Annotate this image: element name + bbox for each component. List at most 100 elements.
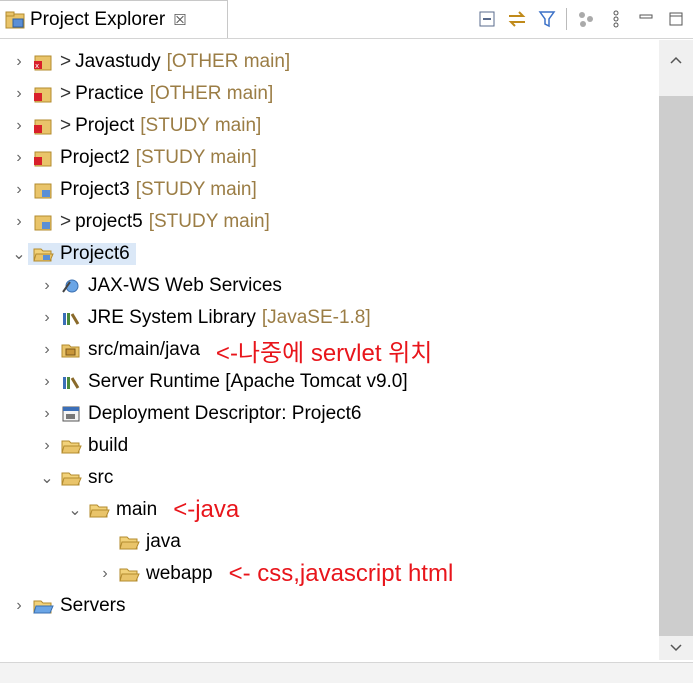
tree-item-java[interactable]: java <box>96 526 181 558</box>
chevron-right-icon[interactable]: › <box>38 341 56 359</box>
close-icon[interactable]: ☒ <box>173 11 186 29</box>
scroll-up-icon[interactable] <box>659 46 693 74</box>
project-icon <box>32 179 54 201</box>
tree-item-label: src/main/java <box>88 339 200 360</box>
tree-item-label: Javastudy <box>75 51 161 72</box>
folder-open-icon <box>88 499 110 521</box>
dirty-marker: > <box>60 115 72 136</box>
tree-item-label: project5 <box>75 211 143 232</box>
tree-item-practice[interactable]: › > Practice [OTHER main] <box>10 78 273 110</box>
git-icon[interactable] <box>573 6 599 32</box>
scrollbar-thumb[interactable] <box>659 96 693 636</box>
project-explorer-icon <box>4 9 26 31</box>
filter-icon[interactable] <box>534 6 560 32</box>
tree-item-label: build <box>88 435 129 456</box>
tree-item-jax-ws[interactable]: › JAX-WS Web Services <box>38 270 282 302</box>
tree-item-servers[interactable]: › Servers <box>10 590 125 622</box>
chevron-down-icon[interactable]: ⌄ <box>66 500 84 520</box>
chevron-down-icon[interactable]: ⌄ <box>10 244 28 264</box>
tree-item-label: Project2 <box>60 147 130 168</box>
tree-item-label: Deployment Descriptor: Project6 <box>88 403 362 424</box>
library-icon <box>60 371 82 393</box>
project-error-icon: x <box>32 51 54 73</box>
tree-item-label: main <box>116 499 158 520</box>
chevron-right-icon[interactable]: › <box>10 149 28 167</box>
project-error-icon <box>32 115 54 137</box>
tree-item-javastudy[interactable]: › x > Javastudy [OTHER main] <box>10 46 290 78</box>
tree-item-label: Project <box>75 115 135 136</box>
chevron-right-icon[interactable]: › <box>38 373 56 391</box>
chevron-right-icon[interactable]: › <box>38 405 56 423</box>
chevron-right-icon[interactable]: › <box>10 53 28 71</box>
git-decoration: [STUDY main] <box>148 211 270 232</box>
tree-item-label: JAX-WS Web Services <box>88 275 282 296</box>
folder-icon <box>118 563 140 585</box>
library-version: [JavaSE-1.8] <box>261 307 371 328</box>
dirty-marker: > <box>60 51 72 72</box>
folder-icon <box>32 595 54 617</box>
tab-project-explorer[interactable]: Project Explorer ☒ <box>0 0 228 38</box>
tree-item-label: JRE System Library <box>88 307 256 328</box>
descriptor-icon <box>60 403 82 425</box>
vertical-scrollbar[interactable] <box>659 40 693 660</box>
tree-item-build[interactable]: › build <box>38 430 128 462</box>
tree-item-label: Server Runtime [Apache Tomcat v9.0] <box>88 371 408 392</box>
bottom-scroll-area <box>0 662 693 683</box>
scroll-down-icon[interactable] <box>659 634 693 662</box>
chevron-right-icon[interactable]: › <box>10 213 28 231</box>
svg-text:x: x <box>35 62 39 70</box>
tree-item-label: webapp <box>146 563 213 584</box>
view-header: Project Explorer ☒ <box>0 0 693 39</box>
dirty-marker: > <box>60 211 72 232</box>
project-tree[interactable]: › x > Javastudy [OTHER main] › > Practice … <box>0 40 655 660</box>
project-error-icon <box>32 83 54 105</box>
chevron-right-icon[interactable]: › <box>10 85 28 103</box>
tree-item-src[interactable]: ⌄ src <box>38 462 113 494</box>
tree-item-deployment-descriptor[interactable]: › Deployment Descriptor: Project6 <box>38 398 362 430</box>
chevron-right-icon[interactable]: › <box>38 277 56 295</box>
chevron-down-icon[interactable]: ⌄ <box>38 468 56 488</box>
git-decoration: [OTHER main] <box>166 51 291 72</box>
chevron-right-icon[interactable]: › <box>10 117 28 135</box>
tree-item-main[interactable]: ⌄ main <-java <box>66 494 239 526</box>
toolbar-separator <box>566 8 567 30</box>
chevron-right-icon[interactable]: › <box>38 437 56 455</box>
git-decoration: [STUDY main] <box>135 179 257 200</box>
link-with-editor-icon[interactable] <box>504 6 530 32</box>
tree-item-project[interactable]: › > Project [STUDY main] <box>10 110 261 142</box>
tree-item-label: Project3 <box>60 179 130 200</box>
chevron-right-icon[interactable]: › <box>96 565 114 583</box>
chevron-right-icon[interactable]: › <box>10 597 28 615</box>
view-title: Project Explorer <box>30 8 166 30</box>
tree-item-jre-library[interactable]: › JRE System Library [JavaSE-1.8] <box>38 302 371 334</box>
chevron-right-icon[interactable]: › <box>38 309 56 327</box>
tree-item-label: Servers <box>60 595 126 616</box>
library-icon <box>60 307 82 329</box>
annotation-text: <- css,javascript html <box>228 560 454 587</box>
annotation-text: <-java <box>173 496 240 523</box>
chevron-right-icon[interactable]: › <box>10 181 28 199</box>
package-folder-icon <box>60 339 82 361</box>
project-error-icon <box>32 147 54 169</box>
webservices-icon <box>60 275 82 297</box>
tree-item-label: src <box>88 467 114 488</box>
tree-item-project6[interactable]: ⌄ Project6 <box>10 238 136 270</box>
tree-item-src-main-java[interactable]: › src/main/java <-나중에 servlet 위치 <box>38 334 433 367</box>
git-decoration: [STUDY main] <box>135 147 257 168</box>
tree-item-label: Practice <box>75 83 144 104</box>
tree-item-project2[interactable]: › Project2 [STUDY main] <box>10 142 257 174</box>
minimize-icon[interactable] <box>633 6 659 32</box>
collapse-all-icon[interactable] <box>474 6 500 32</box>
view-menu-icon[interactable] <box>603 6 629 32</box>
tree-item-project3[interactable]: › Project3 [STUDY main] <box>10 174 257 206</box>
maximize-icon[interactable] <box>663 6 689 32</box>
tree-item-project5[interactable]: › > project5 [STUDY main] <box>10 206 270 238</box>
tree-item-webapp[interactable]: › webapp <- css,javascript html <box>96 558 453 590</box>
tree-item-label: java <box>146 531 181 552</box>
tree-item-server-runtime[interactable]: › Server Runtime [Apache Tomcat v9.0] <box>38 366 408 398</box>
git-decoration: [STUDY main] <box>140 115 262 136</box>
project-open-icon <box>32 243 54 265</box>
project-icon <box>32 211 54 233</box>
annotation-text: <-나중에 servlet 위치 <box>215 339 433 367</box>
folder-icon <box>118 531 140 553</box>
